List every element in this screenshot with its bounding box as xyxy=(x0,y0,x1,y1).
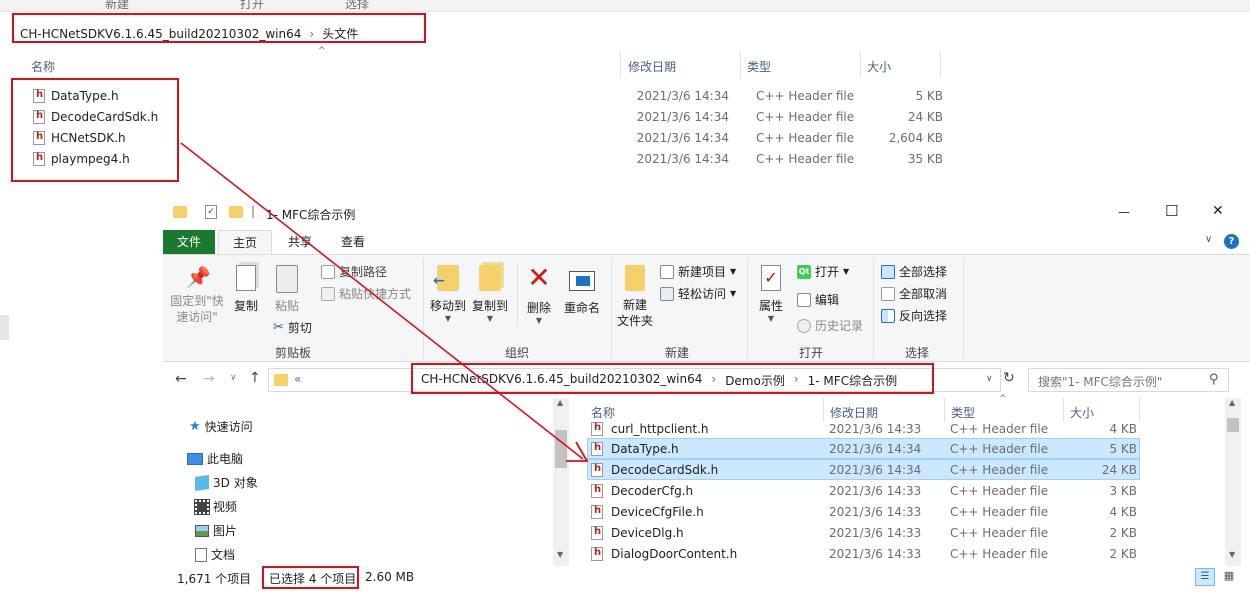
annotation-arrow xyxy=(180,142,589,462)
annotation-arrowhead xyxy=(566,441,589,462)
annotation-arrow-line xyxy=(180,142,584,460)
